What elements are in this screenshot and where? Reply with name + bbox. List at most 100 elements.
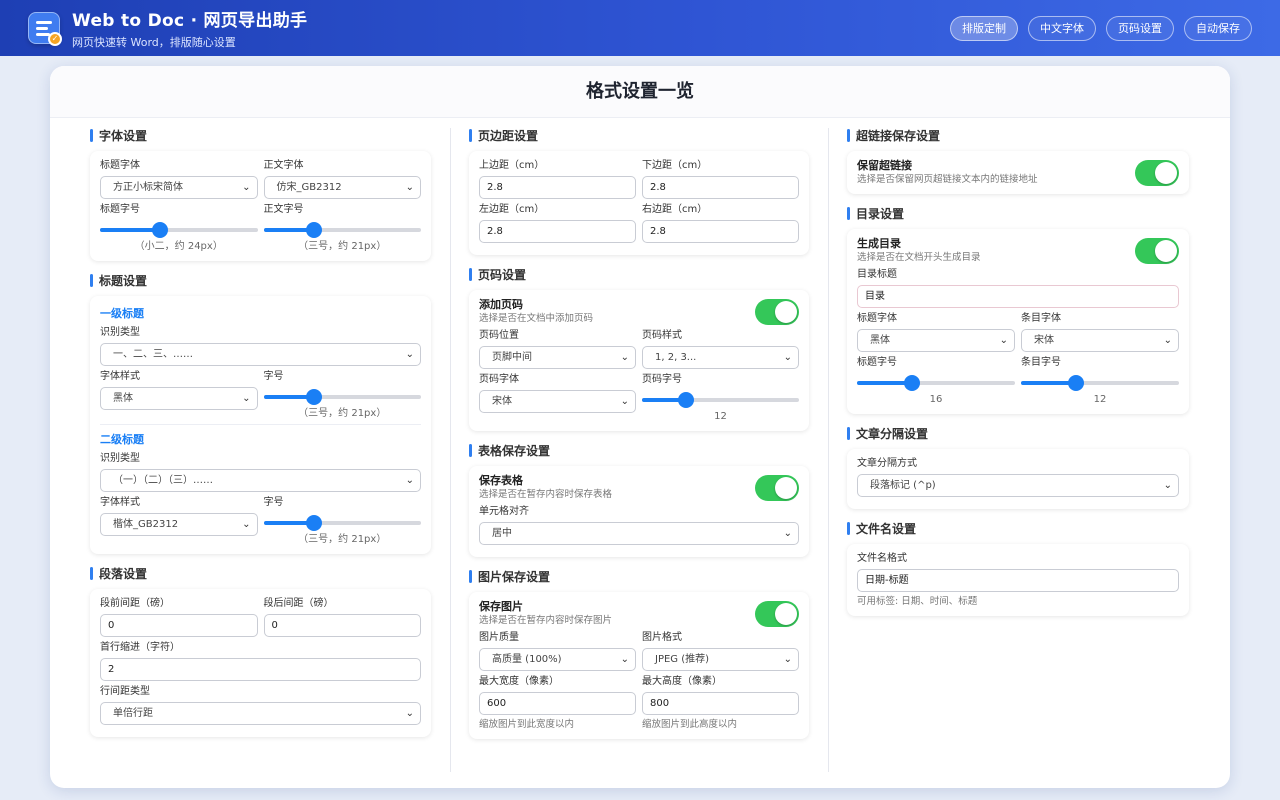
page-number-font-select[interactable]: 宋体 ⌄ xyxy=(479,390,636,413)
title-font-select[interactable]: 方正小标宋简体 ⌄ xyxy=(100,176,258,199)
filename-section: 文件名设置 文件名格式 日期-标题 可用标签: 日期、时间、标题 xyxy=(847,521,1189,616)
max-height-input[interactable]: 800 xyxy=(642,692,799,715)
nav-autosave-button[interactable]: 自动保存 xyxy=(1184,16,1252,41)
l2-size-slider[interactable] xyxy=(263,513,421,533)
field-label: 单元格对齐 xyxy=(479,506,529,517)
toc-title-input[interactable]: 目录 xyxy=(857,285,1179,308)
image-quality-select[interactable]: 高质量 (100%) ⌄ xyxy=(479,648,636,671)
field-label: 标题字号 xyxy=(100,204,140,215)
card-title: 格式设置一览 xyxy=(50,66,1230,118)
field-label: 页码字体 xyxy=(479,374,519,385)
column-left: 字体设置 标题字体 方正小标宋简体 ⌄ 正文字体 仿宋_GB2312 ⌄ 标题字号 xyxy=(90,128,431,749)
l2-style-select[interactable]: 楷体_GB2312 ⌄ xyxy=(100,513,258,536)
separator-mode-select[interactable]: 段落标记 (^p) ⌄ xyxy=(857,474,1179,497)
margin-left-input[interactable]: 2.8 xyxy=(479,220,636,243)
page-number-size-slider[interactable] xyxy=(642,390,799,410)
level1-heading-title: 一级标题 xyxy=(100,307,144,320)
nav-page-number-button[interactable]: 页码设置 xyxy=(1106,16,1174,41)
section-header: 超链接保存设置 xyxy=(847,128,1189,144)
toc-item-font-select[interactable]: 宋体 ⌄ xyxy=(1021,329,1179,352)
chevron-down-icon: ⌄ xyxy=(405,349,414,360)
title-size-slider[interactable] xyxy=(100,220,258,240)
body-size-slider[interactable] xyxy=(263,220,421,240)
margin-section: 页边距设置 上边距（cm） 2.8 下边距（cm） 2.8 左边距（cm） 2.… xyxy=(469,128,809,255)
app-logo-icon: ✓ xyxy=(28,12,62,46)
field-label: 目录标题 xyxy=(857,269,897,280)
l1-type-select[interactable]: 一、二、三、…… ⌄ xyxy=(100,343,421,366)
field-label: 页码样式 xyxy=(642,330,682,341)
field-label: 识别类型 xyxy=(100,453,140,464)
page-number-toggle[interactable] xyxy=(755,298,799,325)
image-format-select[interactable]: JPEG (推荐) ⌄ xyxy=(642,648,799,671)
section-header: 文章分隔设置 xyxy=(847,426,1189,442)
app-title: Web to Doc · 网页导出助手 xyxy=(72,11,308,31)
max-width-input[interactable]: 600 xyxy=(479,692,636,715)
field-label: 标题字体 xyxy=(857,313,897,324)
field-label: 文件名格式 xyxy=(857,553,907,564)
toggle-description: 选择是否在暂存内容时保存表格 xyxy=(479,489,613,500)
keep-hyperlink-toggle[interactable] xyxy=(1135,159,1179,186)
toggle-title: 保存图片 xyxy=(479,600,523,613)
field-label: 正文字体 xyxy=(263,160,304,171)
space-after-input[interactable]: 0 xyxy=(263,614,421,637)
section-header: 字体设置 xyxy=(90,128,431,144)
filename-format-input[interactable]: 日期-标题 xyxy=(857,569,1179,592)
field-hint: 可用标签: 日期、时间、标题 xyxy=(857,596,978,607)
slider-caption: 16 xyxy=(929,394,943,405)
field-label: 页码字号 xyxy=(642,374,682,385)
page-number-style-select[interactable]: 1, 2, 3... ⌄ xyxy=(642,346,799,369)
margin-top-input[interactable]: 2.8 xyxy=(479,176,636,199)
field-label: 图片质量 xyxy=(479,632,519,643)
page-number-position-select[interactable]: 页脚中间 ⌄ xyxy=(479,346,636,369)
nav-chinese-font-button[interactable]: 中文字体 xyxy=(1028,16,1096,41)
section-header: 文件名设置 xyxy=(847,521,1189,537)
slider-caption: （小二，约 24px） xyxy=(134,241,223,252)
body-font-select[interactable]: 仿宋_GB2312 ⌄ xyxy=(263,176,421,199)
page-number-section: 页码设置 添加页码 选择是否在文档中添加页码 页码位置 页脚中间⌄ 页码样式 xyxy=(469,267,809,431)
field-label: 字体样式 xyxy=(100,497,140,508)
cell-align-select[interactable]: 居中 ⌄ xyxy=(479,522,799,545)
chevron-down-icon: ⌄ xyxy=(242,519,251,530)
app-header: ✓ Web to Doc · 网页导出助手 网页快速转 Word，排版随心设置 … xyxy=(0,0,1280,56)
chevron-down-icon: ⌄ xyxy=(242,393,251,404)
field-label: 行间距类型 xyxy=(100,686,150,697)
field-label: 字号 xyxy=(263,371,284,382)
margin-bottom-input[interactable]: 2.8 xyxy=(642,176,799,199)
nav-layout-button[interactable]: 排版定制 xyxy=(950,16,1018,41)
space-before-input[interactable]: 0 xyxy=(100,614,258,637)
level2-heading-title: 二级标题 xyxy=(100,433,144,446)
line-spacing-select[interactable]: 单倍行距 ⌄ xyxy=(100,702,421,725)
column-divider xyxy=(450,128,451,772)
toc-title-size-slider[interactable] xyxy=(857,373,1015,393)
image-section: 图片保存设置 保存图片 选择是否在暂存内容时保存图片 图片质量 高质量 (100… xyxy=(469,569,809,739)
toggle-title: 保留超链接 xyxy=(857,159,912,172)
generate-toc-toggle[interactable] xyxy=(1135,237,1179,264)
indent-input[interactable]: 2 xyxy=(100,658,421,681)
separator-section: 文章分隔设置 文章分隔方式 段落标记 (^p) ⌄ xyxy=(847,426,1189,509)
slider-caption: （三号，约 21px） xyxy=(298,534,387,545)
app-subtitle: 网页快速转 Word，排版随心设置 xyxy=(72,36,236,49)
save-image-toggle[interactable] xyxy=(755,600,799,627)
margin-right-input[interactable]: 2.8 xyxy=(642,220,799,243)
field-label: 条目字体 xyxy=(1021,313,1061,324)
field-label: 最大高度（像素） xyxy=(642,676,722,687)
chevron-down-icon: ⌄ xyxy=(620,352,629,363)
l1-size-slider[interactable] xyxy=(263,387,421,407)
section-header: 页码设置 xyxy=(469,267,809,283)
toc-title-font-select[interactable]: 黑体 ⌄ xyxy=(857,329,1015,352)
l1-style-select[interactable]: 黑体 ⌄ xyxy=(100,387,258,410)
save-table-toggle[interactable] xyxy=(755,474,799,501)
toc-item-size-slider[interactable] xyxy=(1021,373,1179,393)
top-nav: 排版定制 中文字体 页码设置 自动保存 xyxy=(950,16,1252,41)
section-header: 图片保存设置 xyxy=(469,569,809,585)
section-header: 标题设置 xyxy=(90,273,431,289)
field-label: 左边距（cm） xyxy=(479,204,545,215)
slider-caption: （三号，约 21px） xyxy=(298,408,387,419)
field-label: 标题字体 xyxy=(100,160,140,171)
field-label: 最大宽度（像素） xyxy=(479,676,559,687)
field-hint: 缩放图片到此宽度以内 xyxy=(479,719,575,730)
chevron-down-icon: ⌄ xyxy=(783,654,792,665)
column-right: 超链接保存设置 保留超链接 选择是否保留网页超链接文本内的链接地址 目录设置 生… xyxy=(847,128,1189,628)
l2-type-select[interactable]: （一）（二）（三）…… ⌄ xyxy=(100,469,421,492)
field-label: 条目字号 xyxy=(1021,357,1061,368)
